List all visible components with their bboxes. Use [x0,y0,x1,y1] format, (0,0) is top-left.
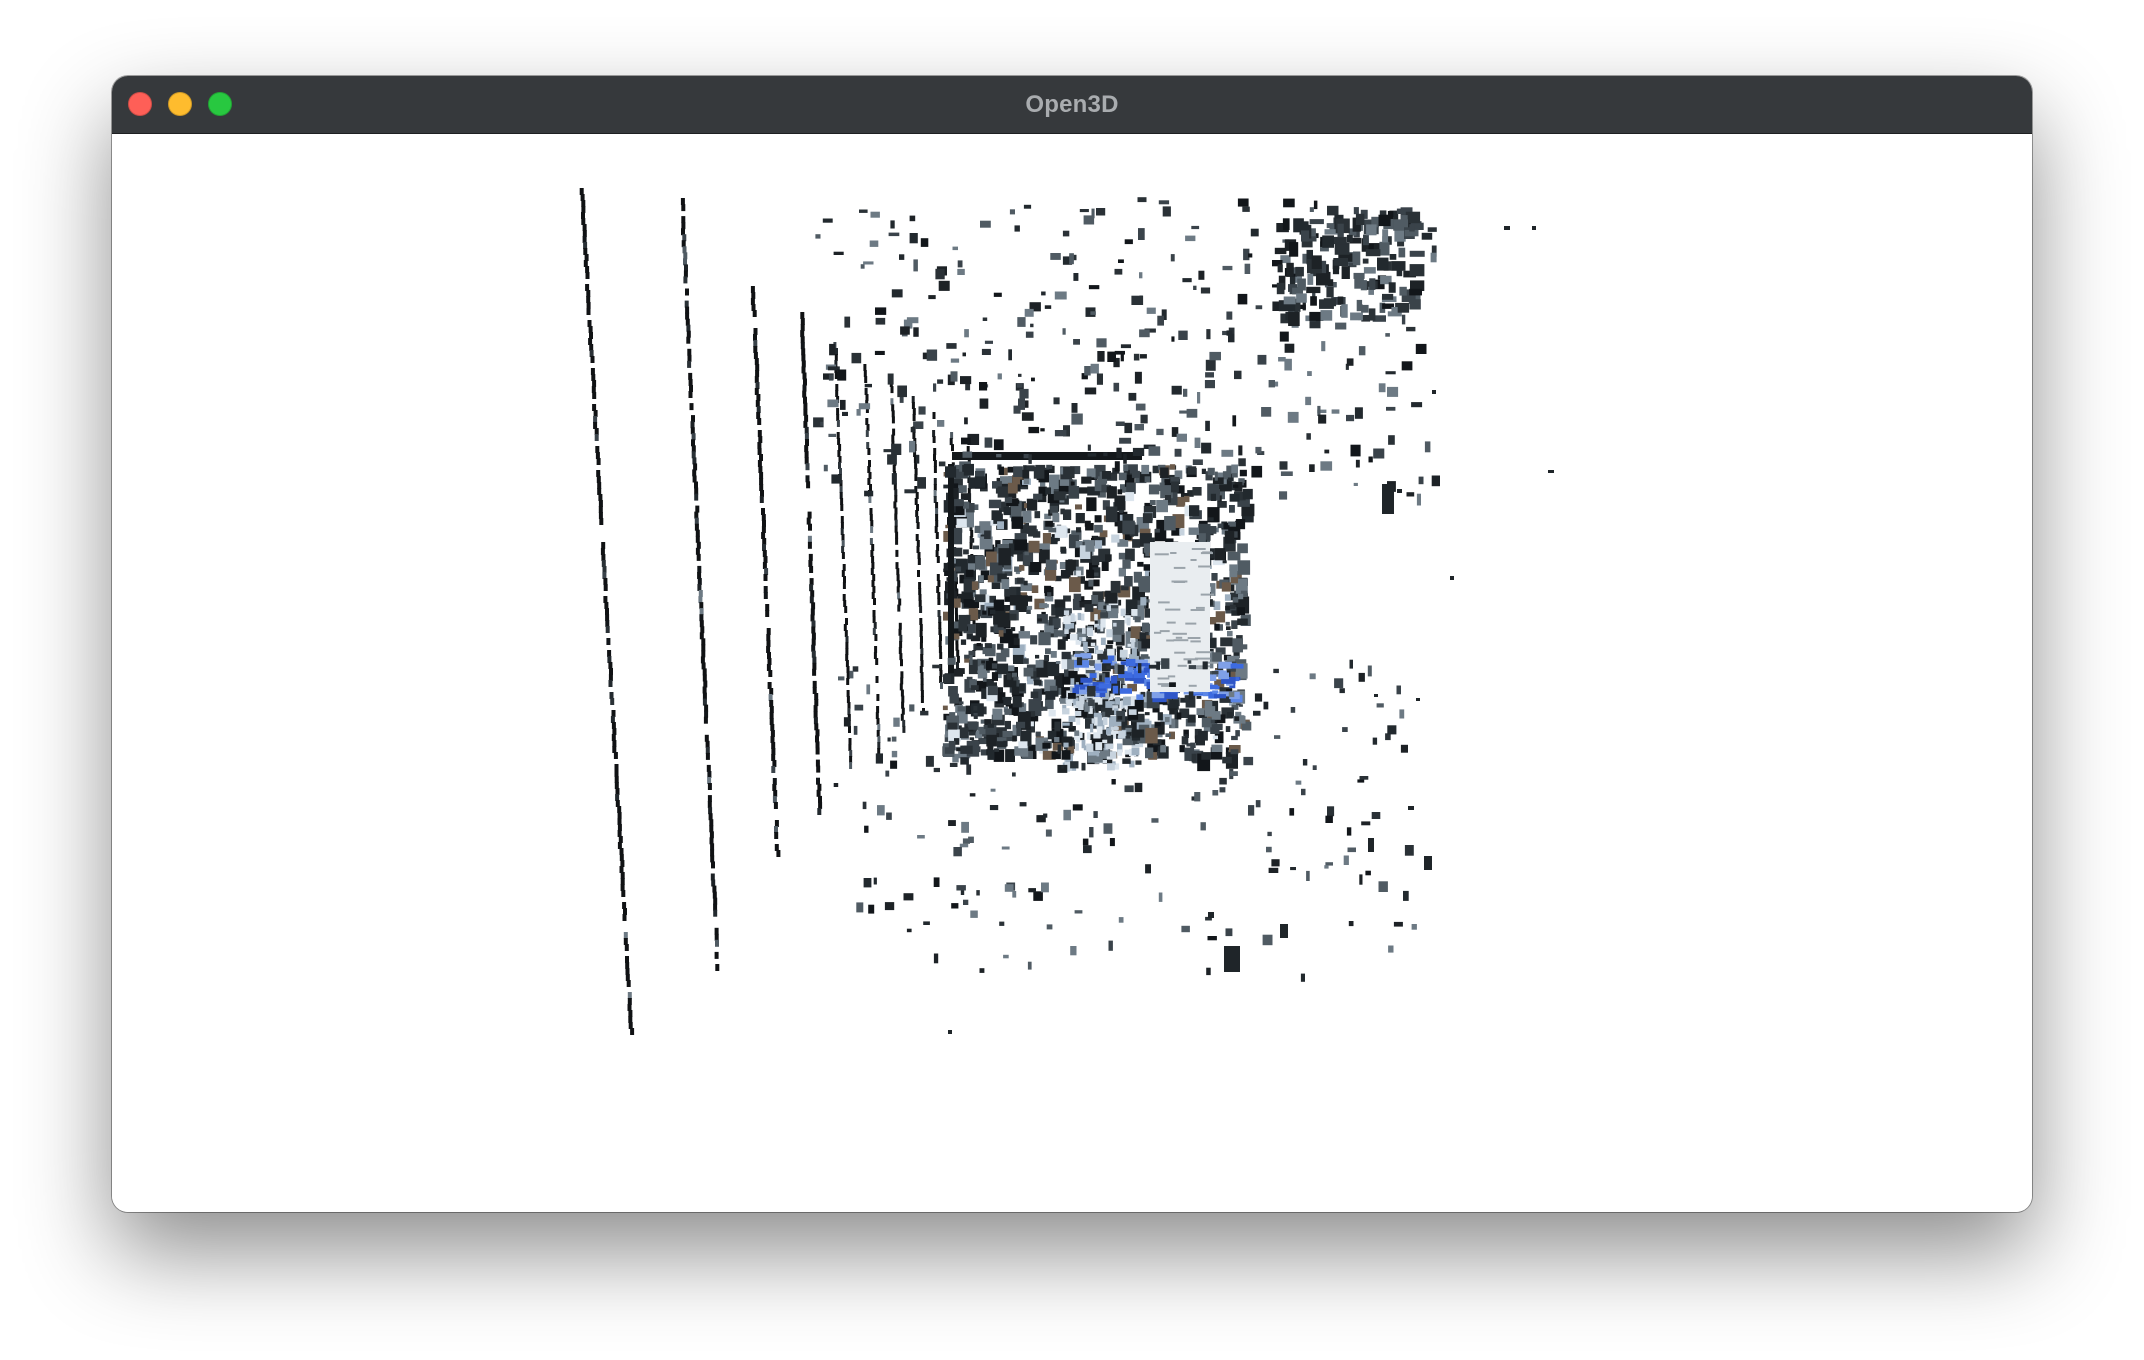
3d-viewport[interactable] [112,134,2032,1212]
point-cloud [579,188,1554,1035]
open3d-window: Open3D [112,76,2032,1212]
title-bar[interactable]: Open3D [112,76,2032,134]
window-title: Open3D [1025,91,1119,118]
point-cloud-render [579,188,1554,1035]
desktop: Open3D [0,0,2144,1360]
